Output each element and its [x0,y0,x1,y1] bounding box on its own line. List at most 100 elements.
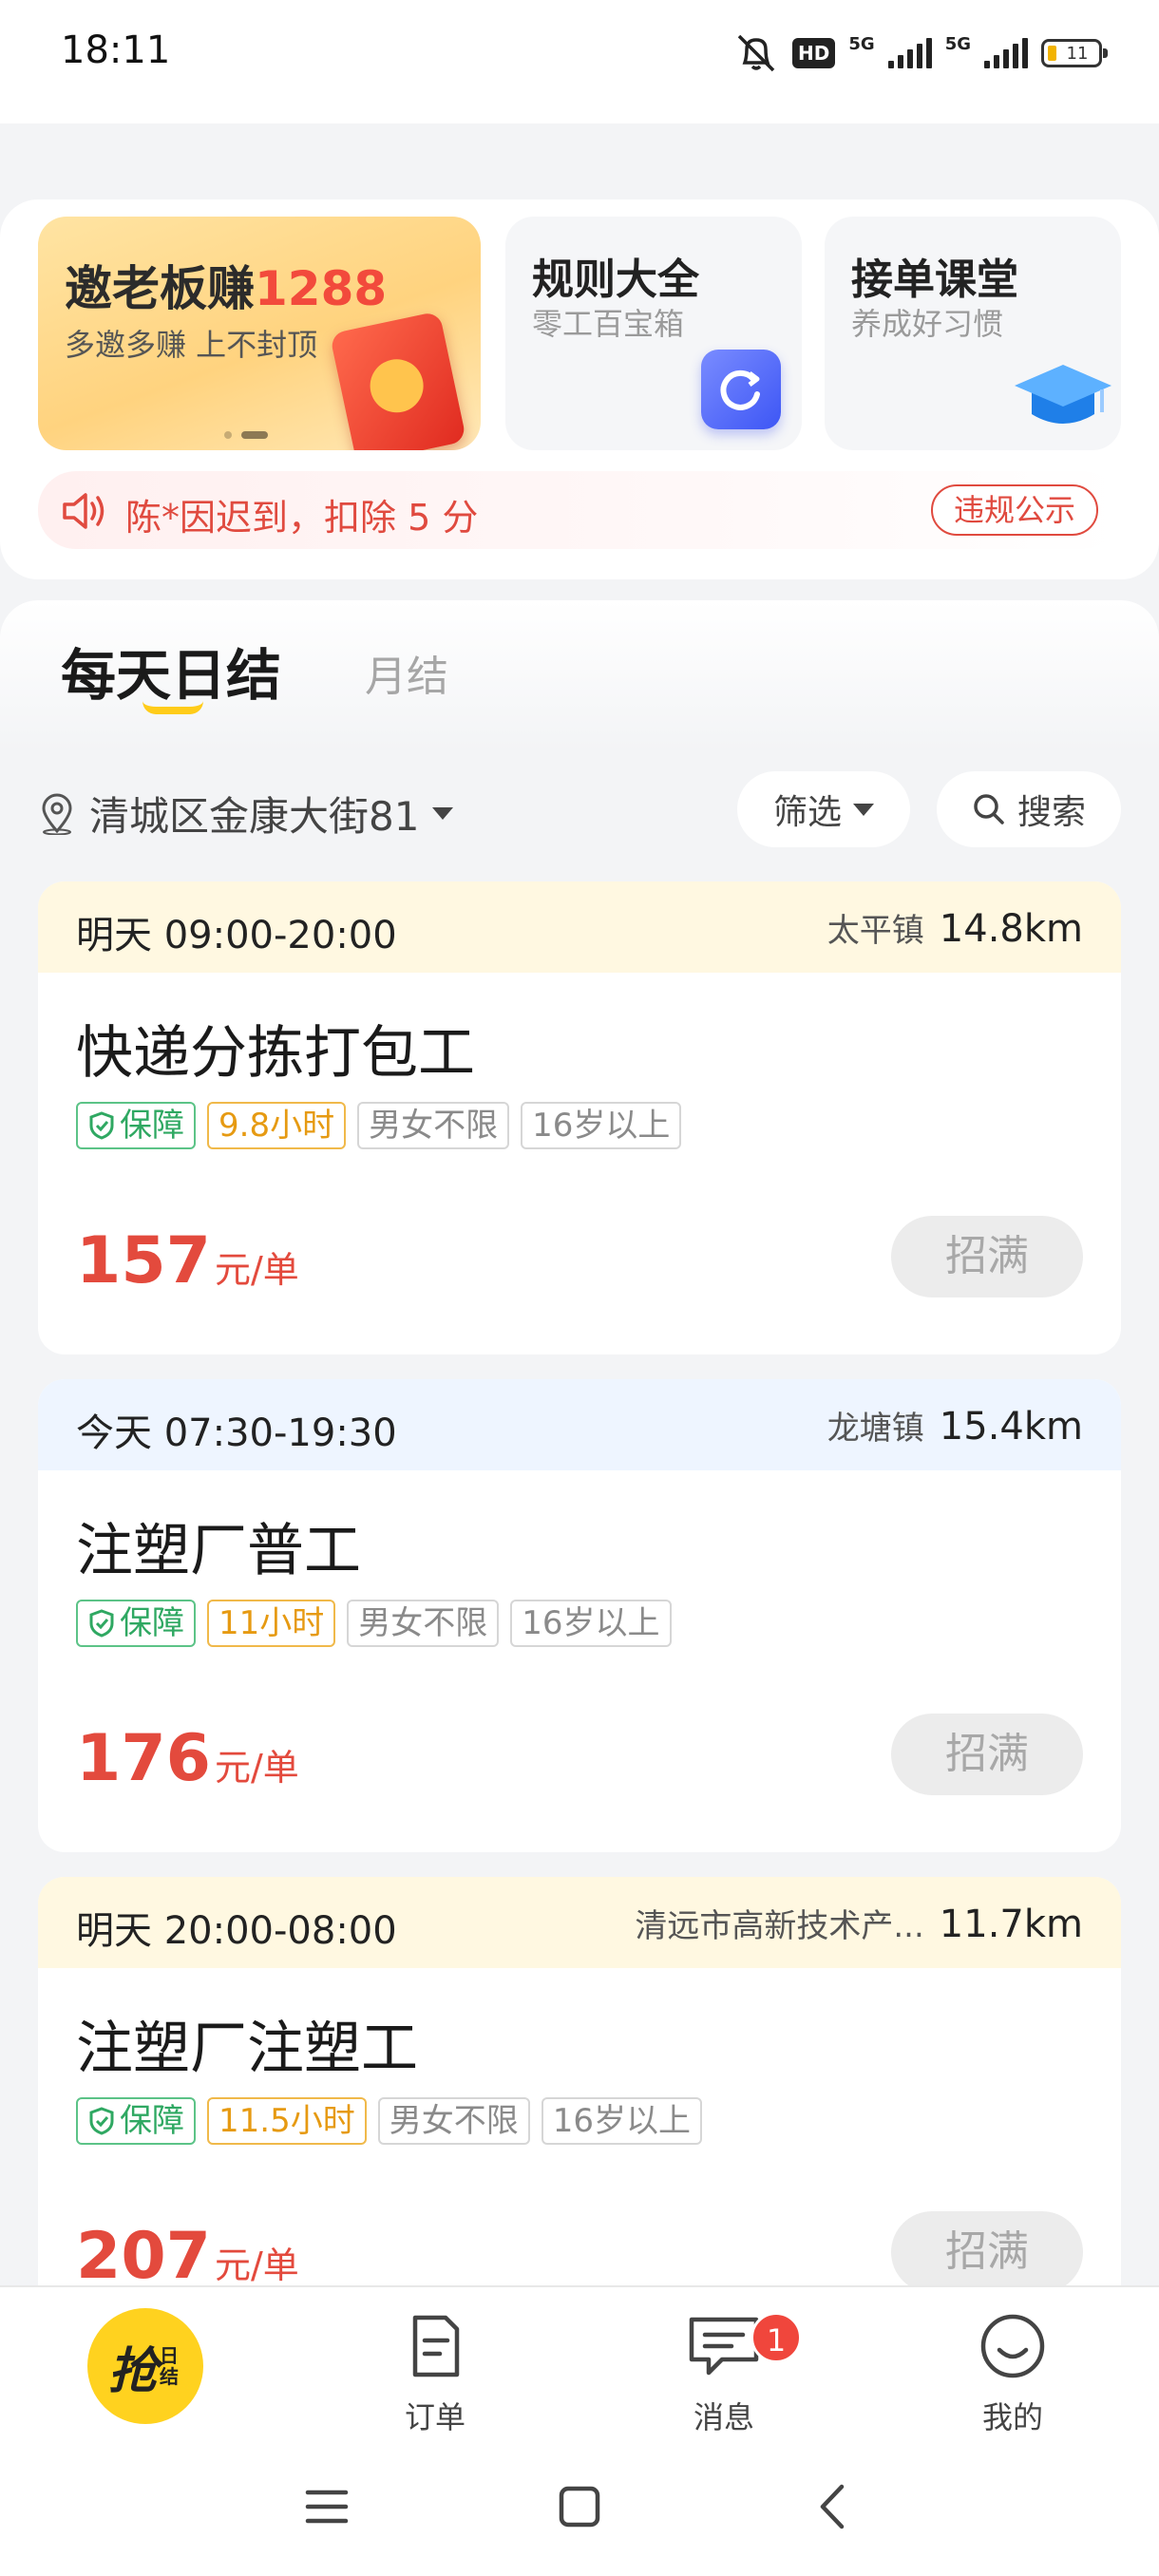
signal-bars-2-icon [984,38,1028,68]
tag-hours: 11.5小时 [207,2097,367,2145]
shield-check-icon [89,2107,114,2135]
location-pin-icon [42,793,72,835]
nav-messages-label: 消息 [693,2399,754,2435]
invite-boss-banner[interactable]: 邀老板赚1288 多邀多赚 上不封顶 [38,217,481,450]
toolbox-icon [701,350,781,429]
job-tags: 保障 11小时 男女不限 16岁以上 [76,1600,672,1647]
carousel-dot-active [241,431,268,439]
home-square-icon[interactable] [557,2483,602,2530]
notice-text: 陈*因迟到，扣除 5 分 [125,497,479,539]
tag-guarantee-label: 保障 [120,2102,184,2140]
job-location: 太平镇 14.8km [827,904,1083,951]
tag-guarantee: 保障 [76,2097,196,2145]
mute-bell-icon [737,34,775,72]
network-type-2: 5G [944,33,971,54]
tag-gender: 男女不限 [357,1102,510,1149]
hd-badge: HD [792,38,836,68]
network-type-1: 5G [848,33,875,54]
shield-check-icon [89,1609,114,1638]
tag-hours: 11小时 [207,1600,336,1647]
grab-sublabel: 日结 [160,2344,179,2388]
order-document-icon [412,2315,460,2377]
tag-age: 16岁以上 [510,1600,672,1647]
job-full-button[interactable]: 招满 [891,2211,1083,2293]
signal-bars-1-icon [887,38,932,68]
tab-active-indicator [142,701,203,714]
back-icon[interactable] [813,2483,851,2530]
filter-button[interactable]: 筛选 [737,771,910,847]
rules-card[interactable]: 规则大全 零工百宝箱 [505,217,802,450]
job-price-unit: 元/单 [214,1249,299,1291]
nav-mine[interactable]: 我的 [946,2312,1079,2437]
tag-guarantee-label: 保障 [120,1107,184,1145]
job-town: 龙塘镇 [826,1410,924,1448]
battery-level: 11 [1066,43,1089,64]
job-location: 清远市高新技术产... 11.7km [635,1900,1083,1946]
nav-mine-label: 我的 [981,2399,1043,2435]
red-envelope-icon [329,311,467,450]
job-title: 注塑厂注塑工 [76,2016,418,2082]
menu-icon[interactable] [304,2483,350,2530]
nav-orders-label: 订单 [404,2399,466,2435]
job-card[interactable]: 明天 20:00-08:00 清远市高新技术产... 11.7km 注塑厂注塑工… [38,1877,1121,2350]
job-card[interactable]: 明天 09:00-20:00 太平镇 14.8km 快递分拣打包工 保障 9.8… [38,881,1121,1354]
tag-gender: 男女不限 [377,2097,530,2145]
job-card-header: 明天 09:00-20:00 太平镇 14.8km [38,881,1121,973]
tab-daily-settle[interactable]: 每天日结 [61,631,281,710]
smiley-profile-icon [980,2314,1045,2378]
job-price-unit: 元/单 [214,1747,299,1789]
rules-title: 规则大全 [532,256,699,304]
location-selector[interactable]: 清城区金康大街81 [38,785,454,843]
job-card-header: 今天 07:30-19:30 龙塘镇 15.4km [38,1379,1121,1470]
job-time: 今天 07:30-19:30 [76,1411,397,1455]
nav-orders[interactable]: 订单 [369,2312,502,2437]
grab-label: 抢 [107,2342,158,2400]
status-bar: 18:11 HD 5G 5G 11 [0,0,1159,123]
job-card[interactable]: 今天 07:30-19:30 龙塘镇 15.4km 注塑厂普工 保障 11小时 … [38,1379,1121,1852]
search-button[interactable]: 搜索 [937,771,1121,847]
filter-chevron-down-icon [853,803,874,816]
filter-label: 筛选 [772,793,842,832]
job-title: 注塑厂普工 [76,1518,361,1584]
search-icon [974,794,1004,824]
rules-subtitle: 零工百宝箱 [532,306,685,342]
job-price: 157 元/单 [76,1223,299,1298]
job-title: 快递分拣打包工 [76,1020,475,1087]
job-price: 207 元/单 [76,2219,299,2294]
shield-check-icon [89,1111,114,1140]
tab-monthly-settle[interactable]: 月结 [365,642,448,703]
class-subtitle: 养成好习惯 [851,306,1004,342]
promo-title: 邀老板赚1288 [65,251,387,319]
job-distance: 11.7km [939,1903,1083,1946]
nav-grab-button[interactable]: 抢 日结 [87,2308,203,2424]
job-tags: 保障 11.5小时 男女不限 16岁以上 [76,2097,702,2145]
chevron-down-icon [432,807,454,820]
carousel-dot [224,431,232,439]
tag-gender: 男女不限 [347,1600,500,1647]
job-time: 明天 09:00-20:00 [76,914,397,957]
violation-list-button[interactable]: 违规公示 [930,484,1098,536]
violation-notice-bar: 陈*因迟到，扣除 5 分 违规公示 [38,471,1121,549]
tag-guarantee-label: 保障 [120,1604,184,1642]
job-price-unit: 元/单 [214,2245,299,2286]
search-label: 搜索 [1016,793,1086,832]
promo-subtitle: 多邀多赚 上不封顶 [65,327,318,363]
tag-guarantee: 保障 [76,1102,196,1149]
status-time: 18:11 [61,28,171,72]
job-full-button[interactable]: 招满 [891,1714,1083,1795]
job-town: 清远市高新技术产... [635,1907,924,1945]
class-title: 接单课堂 [851,256,1018,304]
job-price-value: 176 [76,1721,211,1796]
order-class-card[interactable]: 接单课堂 养成好习惯 [825,217,1121,450]
tag-guarantee: 保障 [76,1600,196,1647]
job-price-value: 157 [76,1223,211,1298]
promo-title-highlight: 1288 [255,261,388,316]
battery-icon: 11 [1041,39,1108,67]
job-time: 明天 20:00-08:00 [76,1909,397,1953]
job-full-button[interactable]: 招满 [891,1216,1083,1297]
status-icons: HD 5G 5G 11 [733,32,1108,74]
promo-title-prefix: 邀老板赚 [65,261,255,316]
speaker-icon [63,493,104,529]
job-tags: 保障 9.8小时 男女不限 16岁以上 [76,1102,682,1149]
carousel-indicator [224,431,268,439]
